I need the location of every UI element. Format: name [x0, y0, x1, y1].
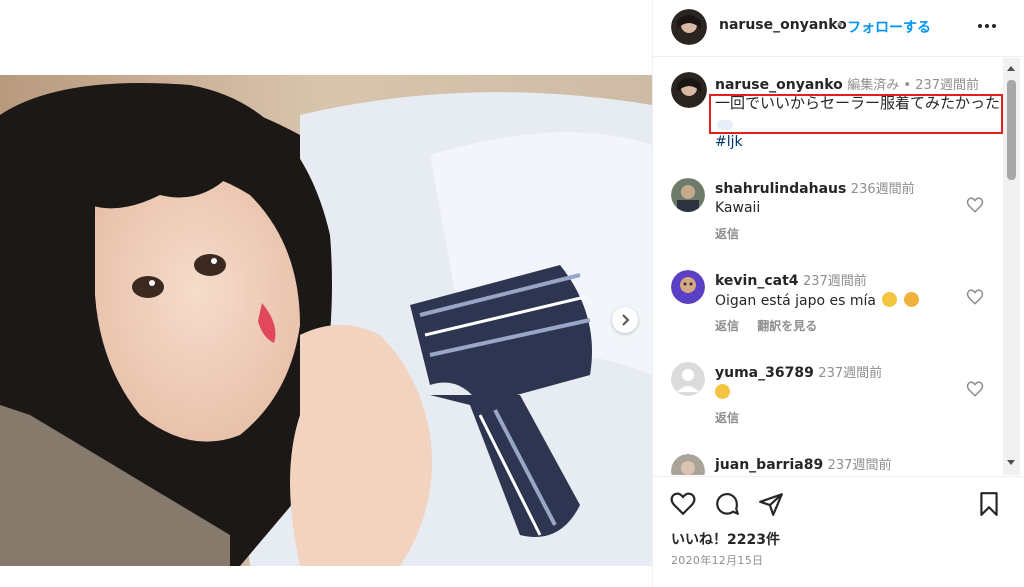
scroll-up-arrow-icon[interactable] — [1007, 66, 1015, 71]
comment-text-row: Oigan está japo es mía — [715, 292, 919, 309]
scroll-thumb[interactable] — [1007, 80, 1016, 180]
reply-button[interactable]: 返信 — [715, 411, 739, 425]
follow-button[interactable]: フォローする — [847, 17, 931, 37]
likes-count[interactable]: いいね！2223件 — [671, 529, 780, 549]
comment-item: yuma_36789 237週間前 返信 — [653, 362, 1003, 442]
comment-username[interactable]: shahrulindahaus — [715, 181, 846, 197]
comment-item: juan_barria89 237週間前 — [653, 454, 1003, 475]
separator-dot: • — [836, 17, 845, 33]
author-avatar[interactable] — [671, 9, 707, 45]
exploding-head-emoji-icon — [882, 292, 898, 307]
comment-item: shahrulindahaus 236週間前 Kawaii 返信 — [653, 178, 1003, 258]
post-header: naruse_onyanko • フォローする — [653, 0, 1023, 57]
commenter-avatar[interactable] — [671, 454, 705, 475]
post-media-area — [0, 0, 652, 587]
caption-body: 一回でいいからセーラー服着てみたかった — [715, 94, 1001, 112]
heart-eyes-emoji-icon — [715, 384, 730, 399]
caption-text: 一回でいいからセーラー服着てみたかった — [715, 93, 1005, 135]
comment-header: yuma_36789 237週間前 — [715, 362, 882, 381]
post-photo-image — [0, 75, 652, 566]
comment-actions: 返信 — [715, 225, 753, 242]
post-actions-bar: いいね！2223件 2020年12月15日 — [653, 476, 1023, 587]
comments-scrollbar[interactable] — [1003, 58, 1020, 475]
comment-header: juan_barria89 237週間前 — [715, 454, 891, 473]
post-date: 2020年12月15日 — [671, 554, 764, 567]
hashtag-link[interactable]: #ljk — [715, 134, 743, 150]
more-options-icon[interactable] — [975, 14, 999, 38]
chevron-right-icon — [622, 314, 630, 326]
commenter-avatar[interactable] — [671, 362, 705, 396]
scroll-down-arrow-icon[interactable] — [1007, 460, 1015, 465]
comment-item: kevin_cat4 237週間前 Oigan está japo es mía… — [653, 270, 1003, 350]
comment-bubble-icon[interactable] — [714, 491, 740, 517]
commenter-avatar[interactable] — [671, 270, 705, 304]
comment-header: kevin_cat4 237週間前 — [715, 270, 867, 289]
comment-time: 237週間前 — [827, 458, 892, 473]
caption-header: naruse_onyanko 編集済み • 237週間前 — [715, 74, 979, 93]
next-photo-button[interactable] — [612, 307, 638, 333]
woozy-face-emoji-icon — [903, 292, 919, 307]
see-translation-button[interactable]: 翻訳を見る — [757, 319, 817, 333]
comment-actions: 返信 — [715, 409, 753, 426]
comment-actions: 返信 翻訳を見る — [715, 317, 831, 334]
caption-avatar[interactable] — [671, 72, 707, 108]
comment-text: Kawaii — [715, 200, 761, 216]
comment-time: 237週間前 — [802, 274, 867, 289]
comments-list: naruse_onyanko 編集済み • 237週間前 一回でいいからセーラー… — [653, 58, 1023, 475]
share-send-icon[interactable] — [758, 491, 784, 517]
comment-header: shahrulindahaus 236週間前 — [715, 178, 915, 197]
caption-username[interactable]: naruse_onyanko — [715, 77, 843, 93]
caption-meta: 編集済み • 237週間前 — [847, 78, 979, 93]
like-comment-heart-icon[interactable] — [966, 288, 984, 306]
commenter-avatar[interactable] — [671, 178, 705, 212]
cloud-emoji-icon — [717, 119, 733, 130]
comment-username[interactable]: juan_barria89 — [715, 457, 823, 473]
reply-button[interactable]: 返信 — [715, 319, 739, 333]
reply-button[interactable]: 返信 — [715, 227, 739, 241]
like-comment-heart-icon[interactable] — [966, 380, 984, 398]
post-side-panel: naruse_onyanko • フォローする naruse_onyanko 編… — [652, 0, 1024, 587]
like-comment-heart-icon[interactable] — [966, 196, 984, 214]
comment-time: 237週間前 — [818, 366, 883, 381]
comment-username[interactable]: kevin_cat4 — [715, 273, 799, 289]
comment-username[interactable]: yuma_36789 — [715, 365, 814, 381]
post-photo[interactable] — [0, 75, 652, 566]
author-username[interactable]: naruse_onyanko — [719, 17, 847, 33]
comment-text-row — [715, 384, 730, 401]
save-bookmark-icon[interactable] — [976, 491, 1002, 517]
comment-text: Oigan está japo es mía — [715, 293, 876, 309]
like-heart-icon[interactable] — [670, 491, 696, 517]
comment-time: 236週間前 — [850, 182, 915, 197]
